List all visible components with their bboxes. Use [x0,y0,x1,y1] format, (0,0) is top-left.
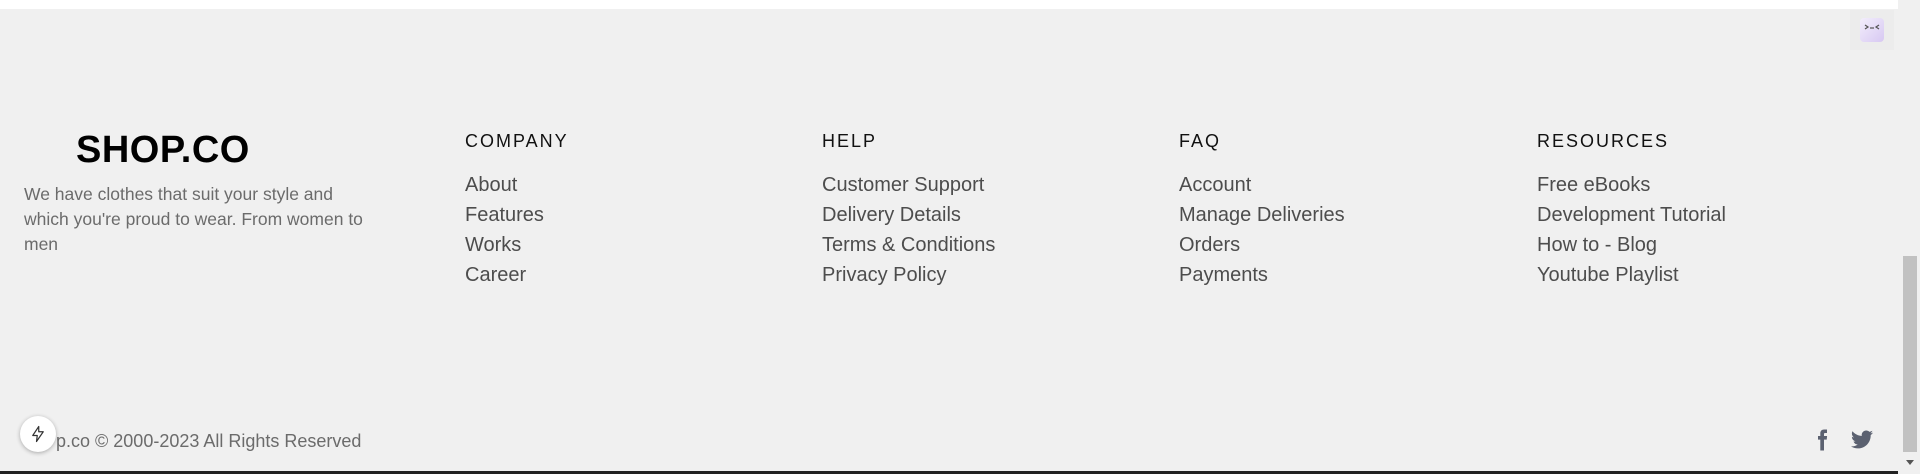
footer-link-free-ebooks[interactable]: Free eBooks [1537,170,1867,200]
footer-link-orders[interactable]: Orders [1179,230,1509,260]
facebook-icon [1818,429,1828,451]
footer-link-works[interactable]: Works [465,230,795,260]
footer-brand: SHOP.CO We have clothes that suit your s… [24,126,374,257]
footer-column-company: COMPANY About Features Works Career [465,130,795,290]
footer-link-features[interactable]: Features [465,200,795,230]
footer-link-privacy-policy[interactable]: Privacy Policy [822,260,1152,290]
column-title: COMPANY [465,131,569,151]
footer-link-development-tutorial[interactable]: Development Tutorial [1537,200,1867,230]
scroll-down-arrow-icon[interactable] [1903,456,1917,468]
facebook-link[interactable] [1810,428,1834,452]
social-links [1810,428,1874,452]
widget-icon [1860,18,1884,42]
scrollbar-thumb[interactable] [1903,256,1917,452]
footer-column-help: HELP Customer Support Delivery Details T… [822,130,1152,290]
column-title: HELP [822,131,878,151]
twitter-icon [1851,430,1873,449]
bolt-button[interactable] [20,416,56,452]
footer-link-terms-conditions[interactable]: Terms & Conditions [822,230,1152,260]
footer-link-youtube-playlist[interactable]: Youtube Playlist [1537,260,1867,290]
footer-link-career[interactable]: Career [465,260,795,290]
footer-link-delivery-details[interactable]: Delivery Details [822,200,1152,230]
footer-link-how-to-blog[interactable]: How to - Blog [1537,230,1867,260]
footer-link-payments[interactable]: Payments [1179,260,1509,290]
brand-tagline: We have clothes that suit your style and… [24,184,363,254]
footer-link-manage-deliveries[interactable]: Manage Deliveries [1179,200,1509,230]
footer-link-about[interactable]: About [465,170,795,200]
brand-logo[interactable]: SHOP.CO [76,126,374,174]
column-title: RESOURCES [1537,131,1670,151]
copyright-text: p.co © 2000-2023 All Rights Reserved [56,431,362,451]
bolt-icon [32,425,44,443]
column-title: FAQ [1179,131,1222,151]
footer-link-customer-support[interactable]: Customer Support [822,170,1152,200]
footer-column-faq: FAQ Account Manage Deliveries Orders Pay… [1179,130,1509,290]
twitter-link[interactable] [1850,428,1874,452]
dev-widget-button[interactable] [1850,10,1894,50]
footer-column-resources: RESOURCES Free eBooks Development Tutori… [1537,130,1867,290]
footer-link-account[interactable]: Account [1179,170,1509,200]
page-content-edge [0,0,1898,9]
